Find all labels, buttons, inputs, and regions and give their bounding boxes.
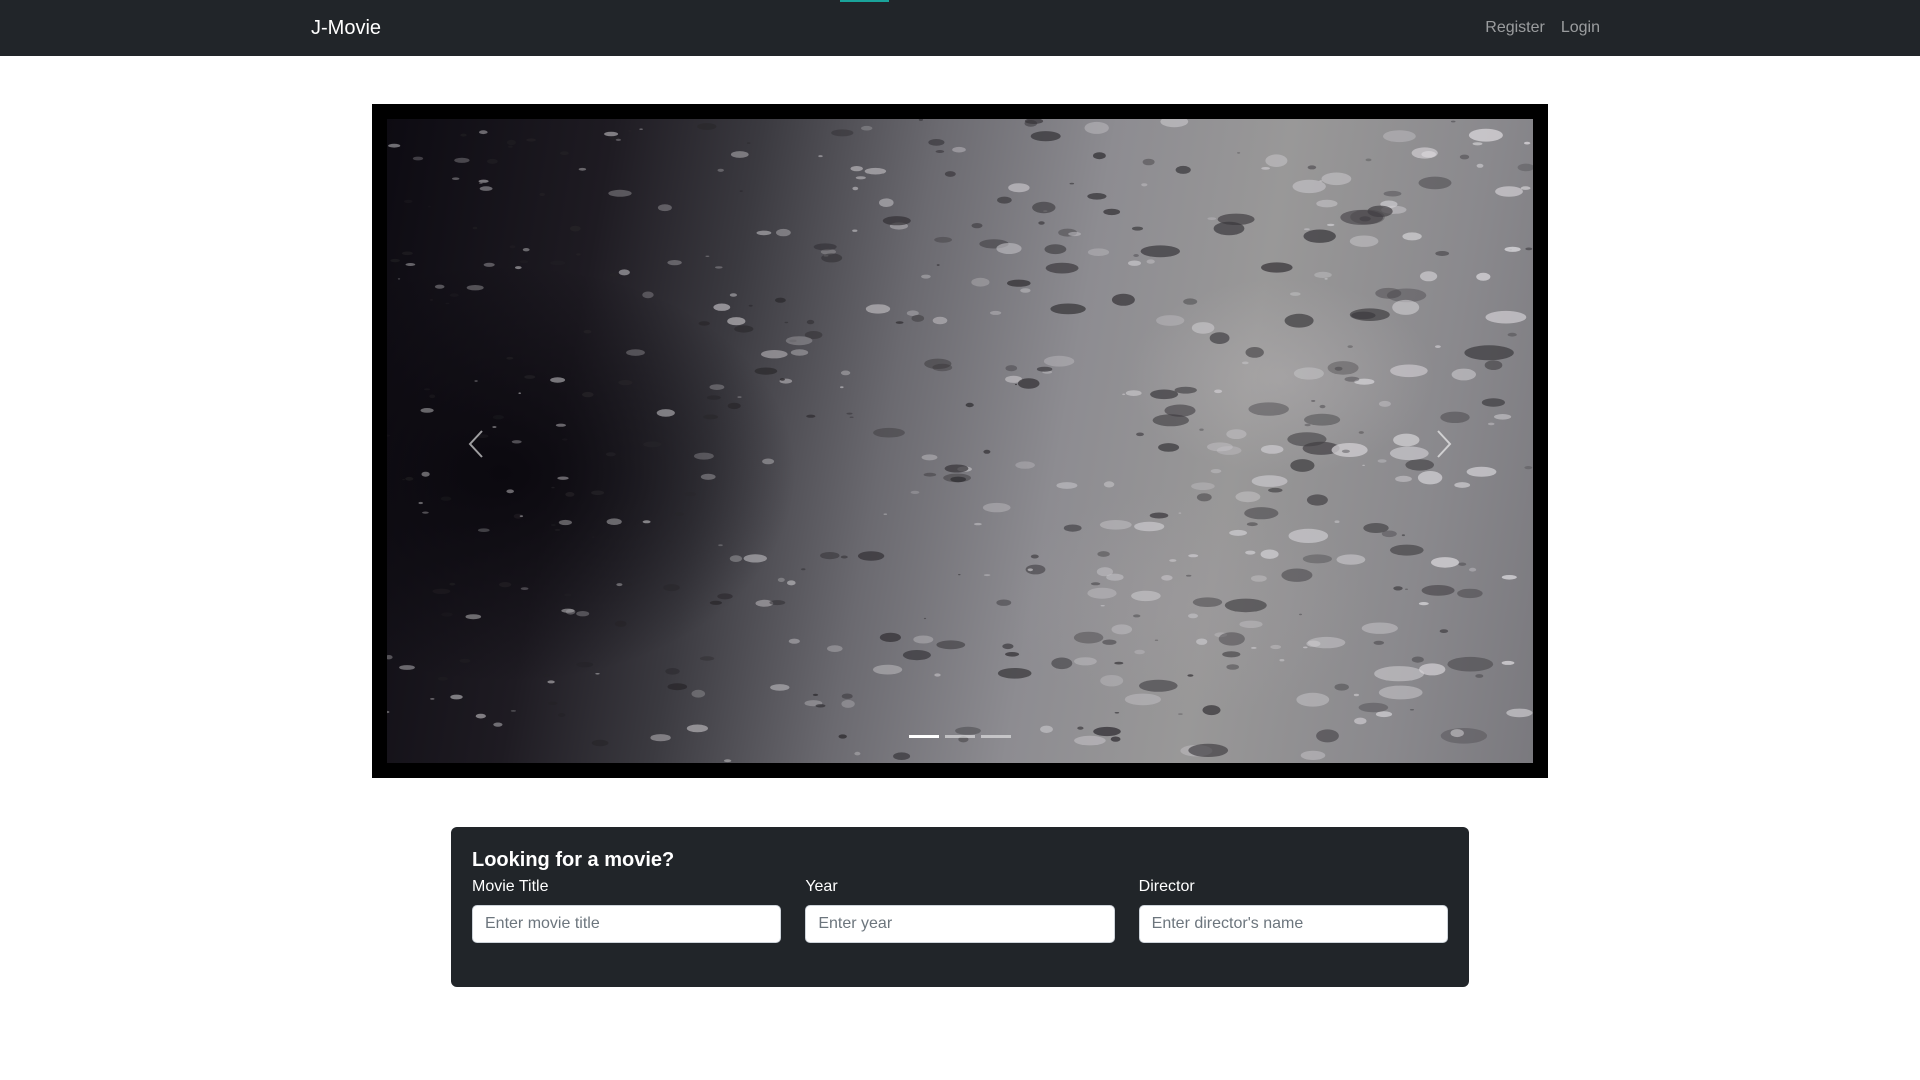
nav-links: Register Login [1485,18,1600,38]
water-droplets-image [387,119,1533,763]
movie-title-group: Movie Title [472,877,782,943]
chevron-right-icon [1437,430,1452,458]
year-group: Year [805,877,1115,943]
carousel-indicator-3[interactable] [981,735,1011,738]
year-label: Year [805,878,838,895]
carousel-indicator-2[interactable] [945,735,975,738]
carousel-indicator-1[interactable] [909,735,939,738]
brand-logo-link[interactable]: J-Movie [311,16,381,40]
top-navbar: J-Movie Register Login [0,0,1920,56]
login-link[interactable]: Login [1561,18,1600,38]
director-group: Director [1138,877,1448,943]
carousel-next-button[interactable] [1423,424,1463,464]
hero-carousel [372,104,1548,778]
movie-search-panel: Looking for a movie? Movie Title Year Di… [451,827,1469,987]
search-panel-title: Looking for a movie? [472,849,675,871]
register-link[interactable]: Register [1485,18,1545,38]
movie-title-input[interactable] [472,905,782,943]
carousel-indicators [387,735,1533,738]
director-input[interactable] [1138,905,1448,943]
search-fields: Movie Title Year Director [472,877,1448,943]
carousel-slide-image [387,119,1533,763]
director-label: Director [1138,878,1195,895]
page-load-progress-bar [840,0,889,2]
movie-title-label: Movie Title [472,878,549,895]
carousel-prev-button[interactable] [457,424,497,464]
year-input[interactable] [805,905,1115,943]
chevron-left-icon [468,430,483,458]
